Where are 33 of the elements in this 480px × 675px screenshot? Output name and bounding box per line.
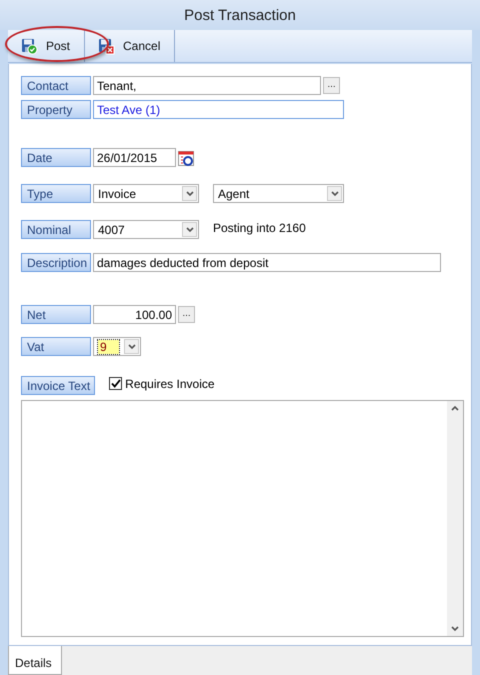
field-label: Net bbox=[21, 305, 91, 324]
field-label: Description bbox=[21, 253, 91, 272]
date-field[interactable]: 26/01/2015 bbox=[93, 148, 176, 167]
window-title: Post Transaction bbox=[0, 0, 480, 30]
tab[interactable]: Details bbox=[8, 646, 62, 675]
floppy-check-icon bbox=[21, 38, 38, 54]
floppy-cross-icon bbox=[98, 38, 116, 54]
field-label: Contact bbox=[21, 76, 91, 95]
field-label: Type bbox=[21, 184, 91, 203]
scroll-up-icon[interactable] bbox=[451, 405, 459, 411]
input-field[interactable]: damages deducted from deposit bbox=[93, 253, 441, 272]
field-label: Nominal bbox=[21, 220, 91, 239]
scrollbar[interactable] bbox=[447, 401, 463, 636]
input-field[interactable]: Test Ave (1) bbox=[93, 100, 344, 119]
input-field[interactable]: Tenant, bbox=[93, 76, 321, 95]
field-label: Vat bbox=[21, 337, 91, 356]
field-label: Property bbox=[21, 100, 91, 119]
dropdown[interactable]: 9 bbox=[93, 337, 141, 356]
dropdown[interactable]: 4007 bbox=[93, 220, 199, 239]
scroll-down-icon[interactable] bbox=[451, 626, 459, 632]
dropdown[interactable]: Invoice bbox=[93, 184, 199, 203]
cancel-button[interactable]: Cancel bbox=[85, 30, 176, 62]
field-label: Invoice Text bbox=[21, 376, 96, 395]
checkbox-label: Requires Invoice bbox=[125, 376, 215, 390]
field-label: Date bbox=[21, 148, 91, 167]
note-text: Posting into 2160 bbox=[213, 220, 306, 234]
input-field[interactable]: 100.00 bbox=[93, 305, 176, 324]
browse-button[interactable]: ... bbox=[178, 306, 195, 323]
dropdown[interactable]: Agent bbox=[213, 184, 344, 203]
checkbox[interactable] bbox=[109, 377, 122, 390]
calendar-icon[interactable] bbox=[178, 150, 194, 166]
browse-button[interactable]: ... bbox=[323, 77, 340, 94]
post-button[interactable]: Post bbox=[8, 30, 86, 62]
